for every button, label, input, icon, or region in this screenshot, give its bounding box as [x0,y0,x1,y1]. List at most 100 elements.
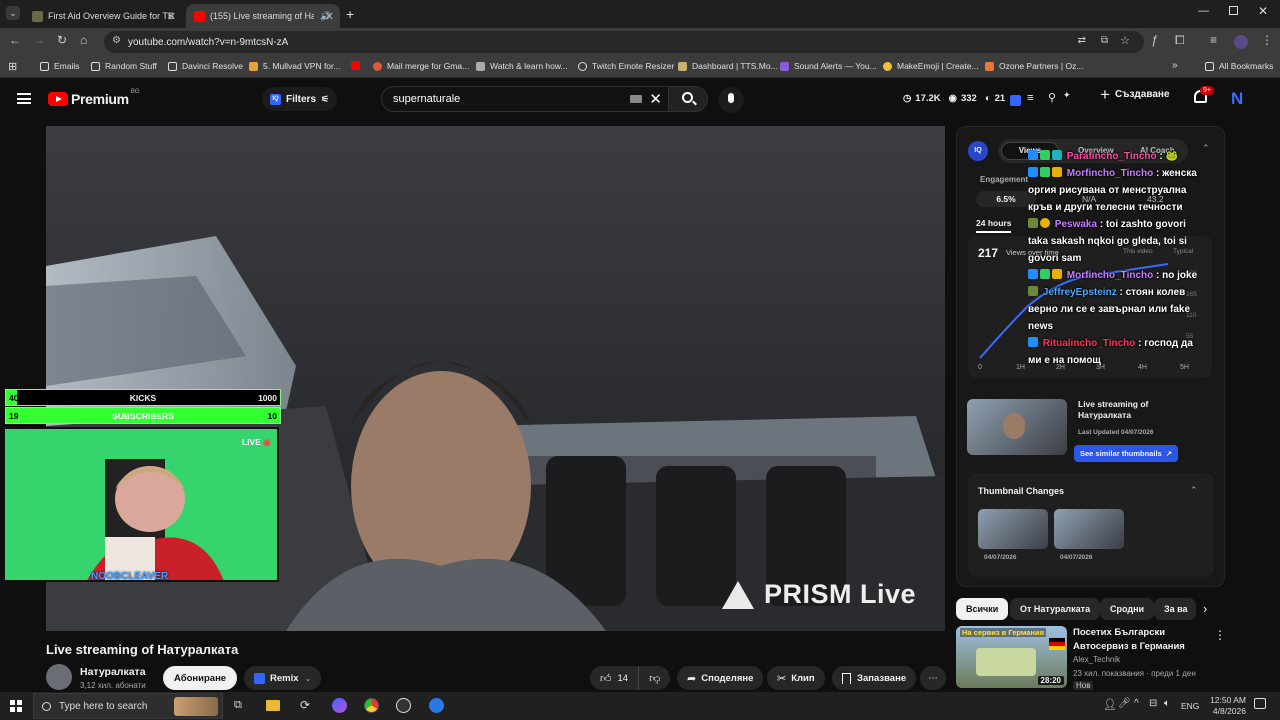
taskbar-search-box[interactable]: Type here to search [33,693,223,719]
messenger-icon[interactable] [332,698,347,713]
obs-icon[interactable] [396,698,411,713]
install-app-icon[interactable]: ⧉ [1101,35,1108,46]
more-actions-button[interactable]: ⋯ [920,666,946,690]
chip-all[interactable]: Всички [956,598,1009,620]
bookmark-youtube[interactable] [351,61,365,70]
language-indicator[interactable]: ENG [1181,701,1199,711]
bookmark-davinci[interactable]: Davinci Resolve [168,61,243,71]
script-extension-icon[interactable]: ƒ [1151,33,1158,47]
subscribe-button[interactable]: Абониране [163,666,238,690]
chat-message: JeffreyEpsteinz : стоян колев верно ли с… [1028,286,1191,332]
reco-thumbnail[interactable]: На сервиз в Германия 28:20 [956,626,1067,688]
taskbar-clock[interactable]: 12:50 AM 4/8/2026 [1204,695,1246,717]
search-input[interactable]: supernaturale ✕ [381,86,671,112]
restore-window-icon[interactable] [1229,6,1238,15]
translate-icon[interactable]: ⇄ [1078,35,1086,46]
chat-message: Morfincho_Tincho : no joke [1028,267,1208,284]
browser-tab-youtube[interactable]: (155) Live streaming of Нату 🔊 ✕ [186,4,340,28]
video-thumbnail[interactable] [967,399,1067,455]
chevron-up-icon[interactable]: ⌃ [1190,485,1198,496]
hamburger-menu-icon[interactable] [17,93,31,104]
home-icon[interactable]: ⌂ [80,33,87,47]
clip-button[interactable]: ✂ Клип [767,666,825,690]
tab-search-button[interactable]: ⌄ [6,6,20,20]
bookmark-makeemoji[interactable]: MakeEmoji | Create... [883,61,979,71]
remix-button[interactable]: Remix ⌄ [244,666,322,690]
browser-tab-strip: ⌄ First Aid Overview Guide for TB ✕ (155… [0,0,1280,28]
windows-start-icon[interactable] [10,700,22,712]
bookmark-mail-merge[interactable]: Mail merge for Gma... [373,61,469,71]
bookmark-random-stuff[interactable]: Random Stuff [91,61,157,71]
account-avatar[interactable]: N [1231,89,1243,109]
create-button[interactable]: + Създаване [1100,86,1170,103]
keyboard-icon[interactable] [630,95,642,103]
user-icon[interactable]: 👤︎ [1103,698,1117,711]
close-window-icon[interactable]: ✕ [1258,4,1268,18]
save-button[interactable]: Запазване [832,666,917,690]
bookmark-tts-dashboard[interactable]: Dashboard | TTS.Mo... [678,61,778,71]
minimize-window-icon[interactable]: — [1198,5,1209,17]
microphone-tray-icon[interactable]: 🎤︎ [1118,698,1131,709]
notification-center-icon[interactable] [1254,698,1266,709]
chip-from-channel[interactable]: От Натуралката [1010,598,1101,620]
bookmark-star-icon[interactable]: ☆ [1120,34,1130,47]
sparkle-icon[interactable]: ✦ [1063,90,1071,101]
network-icon[interactable]: ⊟ [1149,698,1157,709]
chrome-menu-icon[interactable]: ⋮ [1261,33,1273,47]
like-dislike-group: 👍︎ 14 👎︎ [590,666,671,690]
reco-channel[interactable]: Alex_Technik [1073,655,1120,664]
see-similar-thumbnails-button[interactable]: See similar thumbnails ↗ [1074,445,1178,462]
dislike-button[interactable]: 👎︎ [639,672,670,685]
tray-expand-icon[interactable]: ^ [1134,698,1139,709]
reco-title[interactable]: Посетих Български Автосервиз в Германия [1073,626,1203,654]
share-button[interactable]: ➦ Споделяне [677,666,764,690]
thumbnail-change-item[interactable] [1054,509,1124,549]
notifications-button[interactable]: 9+ [1194,86,1214,103]
channel-avatar[interactable] [46,664,72,690]
chip-related[interactable]: Сродни [1100,598,1155,620]
task-view-icon[interactable]: ⧉ [234,699,242,712]
bookmark-mullvad[interactable]: 5. Mullvad VPN for... [249,61,340,71]
more-bookmarks-icon[interactable]: » [1172,60,1178,71]
chrome-taskbar-icon[interactable] [364,698,379,713]
extensions-icon[interactable]: ⧠ [1175,33,1185,48]
file-explorer-icon[interactable] [266,700,280,711]
app-blue-icon[interactable] [429,698,444,713]
address-bar[interactable]: ⚙ youtube.com/watch?v=n-9mtcsN-zA ⇄ ⧉ ☆ [104,31,1144,53]
channel-name[interactable]: Натуралката [80,666,146,678]
profile-avatar[interactable] [1234,35,1248,49]
new-tab-button[interactable]: + [346,6,354,22]
forward-icon[interactable]: → [33,33,45,47]
period-selector[interactable]: 24 hours [976,218,1012,233]
filters-button[interactable]: IQ Filters ⚟ [262,87,338,111]
bookmark-emails[interactable]: Emails [40,61,80,71]
chips-next-icon[interactable]: › [1203,601,1207,616]
like-button[interactable]: 👍︎ 14 [590,666,640,690]
all-bookmarks[interactable]: All Bookmarks [1205,61,1273,71]
ai-tools-icon[interactable]: ⚲ [1048,91,1056,104]
app-icon[interactable]: ⟳ [300,698,310,712]
close-tab-icon[interactable]: ✕ [325,10,334,23]
volume-icon[interactable]: 🔈︎ [1164,698,1170,709]
search-button[interactable] [668,86,708,112]
reload-icon[interactable]: ↻ [57,33,67,47]
apps-grid-icon[interactable]: ⊞ [8,60,17,73]
site-info-icon[interactable]: ⚙ [112,35,121,46]
clear-search-icon[interactable]: ✕ [649,90,662,108]
bookmark-ozone[interactable]: Ozone Partners | Oz... [985,61,1083,71]
reading-list-icon[interactable]: ≡ [1210,33,1217,47]
bookmark-sound-alerts[interactable]: Sound Alerts — You... [780,61,877,71]
youtube-logo[interactable]: Premium BG [48,89,139,107]
voice-search-button[interactable] [718,87,744,113]
chip-for-you[interactable]: За ва [1154,598,1196,620]
iq-extension-icon[interactable] [1010,95,1021,106]
browser-tab-first-aid[interactable]: First Aid Overview Guide for TB ✕ [24,4,182,28]
bookmark-twitch-emote[interactable]: Twitch Emote Resizer [578,61,674,71]
video-title: Live streaming of Натуралката [46,642,239,657]
reco-more-icon[interactable]: ⋮ [1214,628,1226,642]
bookmark-watch-learn[interactable]: Watch & learn how... [476,61,568,71]
transcript-icon[interactable]: ≡ [1027,92,1033,104]
thumbnail-change-item[interactable] [978,509,1048,549]
close-tab-icon[interactable]: ✕ [167,10,176,23]
back-icon[interactable]: ← [9,33,21,47]
